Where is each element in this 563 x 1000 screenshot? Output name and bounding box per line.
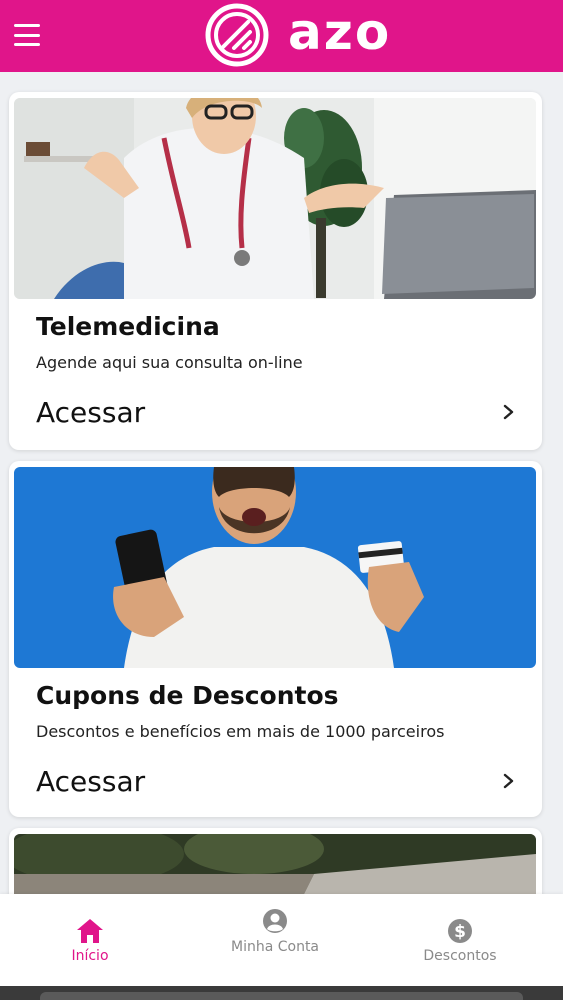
card-action-label: Acessar [36, 395, 146, 429]
nav-label: Minha Conta [230, 939, 320, 955]
account-icon [263, 909, 287, 933]
azo-logo-icon [205, 3, 269, 67]
dollar-icon: $ [448, 919, 472, 943]
doctor-video-call-photo [14, 98, 536, 299]
azo-logo[interactable]: azo [204, 2, 391, 68]
main-content[interactable]: Telemedicina Agende aqui sua consulta on… [0, 72, 563, 894]
brand-name: azo [288, 3, 392, 61]
chevron-right-icon [503, 773, 514, 789]
nav-minha-conta[interactable]: Minha Conta [200, 894, 350, 986]
card-subtitle: Descontos e benefícios em mais de 1000 p… [36, 722, 445, 741]
access-telemedicina-button[interactable]: Acessar [36, 392, 516, 432]
chevron-right-icon [503, 404, 514, 420]
nav-label: Início [71, 948, 109, 964]
home-icon [77, 919, 103, 943]
card-cupons-descontos[interactable]: Cupons de Descontos Descontos e benefíci… [9, 461, 542, 817]
card-subtitle: Agende aqui sua consulta on-line [36, 353, 303, 372]
hamburger-menu-icon[interactable] [14, 24, 40, 46]
card-title: Cupons de Descontos [36, 681, 339, 710]
system-pill [40, 992, 523, 1000]
nav-inicio[interactable]: Início [15, 894, 165, 986]
card-telemedicina[interactable]: Telemedicina Agende aqui sua consulta on… [9, 92, 542, 450]
nav-descontos[interactable]: $ Descontos [385, 894, 535, 986]
bottom-navigation: Início Minha Conta $ Descontos [0, 894, 563, 986]
man-with-phone-and-card-photo [14, 467, 536, 668]
nav-label: Descontos [423, 948, 497, 964]
card-action-label: Acessar [36, 764, 146, 798]
card-next[interactable] [9, 828, 542, 894]
system-navigation-bar [0, 986, 563, 1000]
card-title: Telemedicina [36, 312, 220, 341]
app-header: azo [0, 0, 563, 72]
card-photo [14, 834, 536, 894]
svg-text:$: $ [454, 922, 466, 942]
access-cupons-button[interactable]: Acessar [36, 761, 516, 801]
